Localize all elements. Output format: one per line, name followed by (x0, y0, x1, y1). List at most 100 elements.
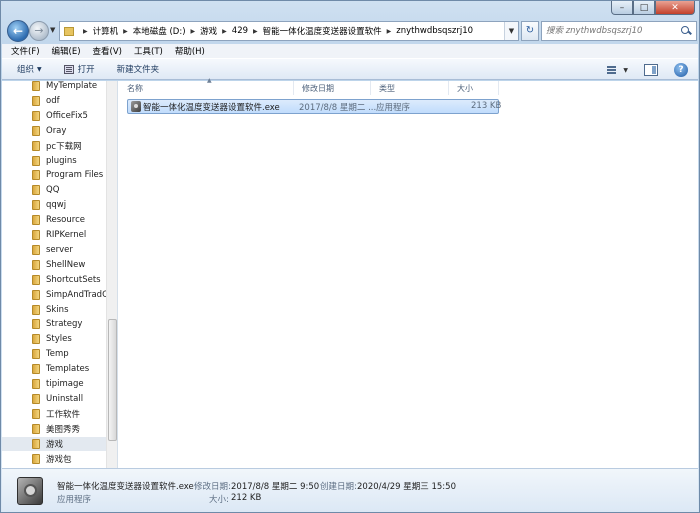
search-input[interactable] (546, 26, 680, 36)
folder-icon (32, 408, 40, 419)
view-controls: ▼ ? (606, 63, 688, 77)
menu-view[interactable]: 查看(V) (93, 45, 122, 57)
preview-pane-icon[interactable] (644, 64, 658, 76)
menu-file[interactable]: 文件(F) (11, 45, 40, 57)
maximize-button[interactable]: □ (633, 1, 655, 15)
folder-tree-item[interactable]: QQ (32, 183, 59, 197)
folder-tree-item[interactable]: Templates (32, 362, 89, 376)
folder-icon (32, 259, 40, 270)
address-bar[interactable]: ▶ 计算机 ▶ 本地磁盘 (D:) ▶ 游戏 ▶ 429 ▶ 智能一体化温度变送… (59, 21, 519, 41)
file-row[interactable]: 智能一体化温度变送器设置软件.exe 2017/8/8 星期二 ... 应用程序… (127, 99, 501, 114)
command-bar: 组织 ▼ 打开 新建文件夹 ▼ ? (2, 58, 698, 80)
folder-icon (32, 334, 40, 345)
folder-tree-label: odf (46, 95, 60, 106)
folder-tree-label: ShortcutSets (46, 274, 101, 285)
minimize-button[interactable]: – (611, 1, 633, 15)
open-button[interactable]: 打开 (63, 63, 95, 75)
search-icon[interactable] (680, 25, 692, 37)
folder-icon (32, 140, 40, 151)
breadcrumb-games[interactable]: 游戏 (200, 25, 217, 37)
folder-tree-item[interactable]: 游戏包 (32, 452, 72, 466)
folder-tree-item[interactable]: tipimage (32, 377, 84, 391)
close-button[interactable]: ✕ (655, 1, 695, 15)
folder-icon (32, 81, 40, 91)
folder-tree-label: ShellNew (46, 259, 86, 270)
chevron-right-icon[interactable]: ▶ (387, 28, 392, 35)
folder-tree-item[interactable]: Program Files (32, 168, 103, 182)
view-options-icon[interactable] (606, 64, 620, 76)
folder-tree-item[interactable]: MyTemplate (32, 81, 97, 93)
folder-tree-label: pc下载网 (46, 141, 82, 152)
folder-tree-item[interactable]: SimpAndTradCo (32, 288, 113, 302)
column-size-label: 大小 (457, 83, 473, 93)
new-folder-button[interactable]: 新建文件夹 (117, 63, 160, 75)
menu-help[interactable]: 帮助(H) (175, 45, 205, 57)
folder-tree-label: MyTemplate (46, 81, 98, 91)
organize-button[interactable]: 组织 ▼ (17, 63, 42, 75)
application-icon (17, 477, 43, 505)
navigation-scrollbar[interactable] (106, 81, 117, 468)
folder-tree-label: Strategy (46, 319, 83, 330)
explorer-window: – □ ✕ ← → ▼ ▶ 计算机 ▶ 本地磁盘 (D:) ▶ 游戏 ▶ 429… (0, 0, 700, 513)
breadcrumb-software-folder[interactable]: 智能一体化温度变送器设置软件 (263, 25, 382, 37)
chevron-right-icon[interactable]: ▶ (222, 28, 227, 35)
chevron-right-icon[interactable]: ▶ (83, 28, 88, 35)
folder-tree-item[interactable]: Strategy (32, 317, 82, 331)
breadcrumb-local-disk[interactable]: 本地磁盘 (D:) (133, 25, 186, 37)
column-header-size[interactable]: 大小 (449, 81, 499, 95)
scrollbar-thumb[interactable] (108, 319, 117, 441)
details-modified-value: 2017/8/8 星期二 9:50 (231, 482, 320, 492)
recent-pages-dropdown[interactable]: ▼ (50, 26, 55, 34)
folder-tree-item[interactable]: plugins (32, 154, 77, 168)
search-box (541, 21, 697, 41)
folder-tree-item[interactable]: Uninstall (32, 392, 83, 406)
chevron-right-icon[interactable]: ▶ (191, 28, 196, 35)
folder-tree-item[interactable]: ShellNew (32, 258, 85, 272)
folder-tree-item[interactable]: 游戏 (2, 436, 106, 451)
folder-tree-item[interactable]: qqwj (32, 198, 66, 212)
forward-button[interactable]: → (29, 21, 49, 41)
navigation-pane: MyTemplate odf OfficeFix5 Oray pc下载网 plugins P… (2, 81, 118, 468)
folder-tree-item[interactable]: 美图秀秀 (32, 422, 80, 436)
folder-tree-label: Program Files (46, 170, 104, 181)
window-controls: – □ ✕ (611, 1, 695, 15)
folder-icon (32, 379, 40, 389)
open-label: 打开 (77, 65, 95, 75)
file-name: 智能一体化温度变送器设置软件.exe (143, 103, 280, 113)
folder-tree-item[interactable]: RIPKernel (32, 228, 86, 242)
breadcrumb-429[interactable]: 429 (232, 26, 248, 36)
folder-tree-item[interactable]: server (32, 243, 73, 257)
folder-tree-item[interactable]: pc下载网 (32, 139, 82, 153)
address-dropdown-button[interactable]: ▼ (504, 22, 518, 40)
folder-tree-item[interactable]: Oray (32, 124, 66, 138)
folder-tree-label: 游戏包 (46, 454, 72, 465)
chevron-right-icon[interactable]: ▶ (123, 28, 128, 35)
folder-tree-item[interactable]: Skins (32, 303, 69, 317)
back-button[interactable]: ← (7, 20, 29, 42)
folder-icon (32, 438, 40, 449)
organize-label: 组织 (17, 65, 35, 75)
folder-tree-label: 美图秀秀 (46, 424, 81, 435)
folder-tree-item[interactable]: odf (32, 94, 60, 108)
chevron-right-icon[interactable]: ▶ (253, 28, 258, 35)
column-header-name[interactable]: 名称 ▲ (119, 77, 294, 95)
folder-icon (32, 423, 40, 434)
menu-edit[interactable]: 编辑(E) (52, 45, 81, 57)
folder-tree-item[interactable]: 工作软件 (32, 407, 80, 421)
folder-tree-item[interactable]: ShortcutSets (32, 273, 101, 287)
refresh-button[interactable]: ↻ (521, 21, 539, 41)
help-icon[interactable]: ? (674, 63, 688, 77)
folder-tree-item[interactable]: Styles (32, 332, 72, 346)
breadcrumb-current-folder[interactable]: znythwdbsqszrj10 (396, 26, 473, 36)
folder-tree-item[interactable]: Resource (32, 213, 85, 227)
column-header-modified[interactable]: 修改日期 (294, 81, 371, 95)
breadcrumb-computer[interactable]: 计算机 (93, 25, 119, 37)
column-header-type[interactable]: 类型 (371, 81, 449, 95)
folder-tree-label: server (46, 244, 73, 255)
folder-icon (32, 95, 40, 106)
folder-tree-item[interactable]: Temp (32, 347, 69, 361)
folder-tree-item[interactable]: OfficeFix5 (32, 109, 88, 123)
menu-tools[interactable]: 工具(T) (134, 45, 163, 57)
folder-icon (32, 230, 40, 240)
view-dropdown-icon[interactable]: ▼ (623, 67, 628, 74)
